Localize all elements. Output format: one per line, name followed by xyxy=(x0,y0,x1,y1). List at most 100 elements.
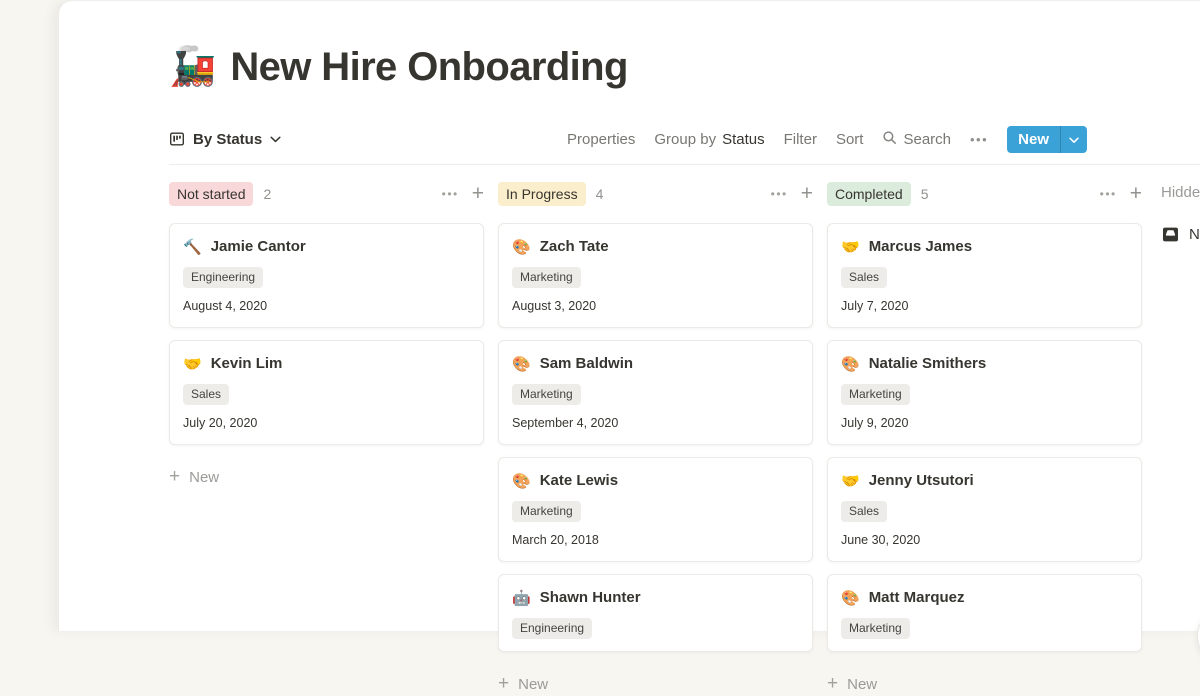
column-status-badge[interactable]: Not started xyxy=(169,182,253,206)
card-department-tag: Marketing xyxy=(841,384,910,405)
properties-button[interactable]: Properties xyxy=(567,131,635,148)
board-card[interactable]: 🎨 Matt Marquez Marketing xyxy=(827,574,1142,652)
card-start-date: August 3, 2020 xyxy=(512,297,799,315)
board-column: In Progress 4 ••• + 🎨 Zach Tate Marketin… xyxy=(498,182,813,696)
card-department-tag: Marketing xyxy=(512,384,581,405)
card-start-date: July 7, 2020 xyxy=(841,297,1128,315)
column-cards: 🔨 Jamie Cantor Engineering August 4, 202… xyxy=(169,223,484,445)
column-header-actions: ••• + xyxy=(771,185,813,203)
card-emoji: 🎨 xyxy=(512,474,531,489)
more-options-button[interactable]: ••• xyxy=(970,132,988,147)
card-title-row: 🎨 Zach Tate xyxy=(512,236,799,258)
new-button-dropdown[interactable] xyxy=(1060,126,1087,153)
board-card[interactable]: 🤝 Marcus James Sales July 7, 2020 xyxy=(827,223,1142,328)
card-start-date: June 30, 2020 xyxy=(841,531,1128,549)
card-title-row: 🤝 Jenny Utsutori xyxy=(841,470,1128,492)
card-department-tag: Sales xyxy=(841,501,887,522)
group-by-label: Group by xyxy=(654,131,716,148)
group-by-button[interactable]: Group by Status xyxy=(654,131,764,148)
chevron-down-icon xyxy=(270,136,281,143)
toolbar-divider xyxy=(169,164,1200,165)
card-start-date: July 9, 2020 xyxy=(841,414,1128,432)
group-by-value: Status xyxy=(722,131,765,148)
card-title: Zach Tate xyxy=(540,236,609,258)
card-emoji: 🤖 xyxy=(512,591,531,606)
card-title-row: 🤝 Kevin Lim xyxy=(183,353,470,375)
board-card[interactable]: 🎨 Sam Baldwin Marketing September 4, 202… xyxy=(498,340,813,445)
plus-icon: + xyxy=(169,466,180,488)
card-title-row: 🤝 Marcus James xyxy=(841,236,1128,258)
column-more-button[interactable]: ••• xyxy=(1100,187,1117,201)
card-emoji: 🎨 xyxy=(512,357,531,372)
search-icon xyxy=(882,130,897,149)
card-emoji: 🤝 xyxy=(841,474,860,489)
card-title: Sam Baldwin xyxy=(540,353,633,375)
board-card[interactable]: 🎨 Kate Lewis Marketing March 20, 2018 xyxy=(498,457,813,562)
hidden-columns-label: Hidden columns xyxy=(1161,184,1200,201)
page-title-row: 🚂 New Hire Onboarding xyxy=(169,43,628,91)
card-title-row: 🎨 Sam Baldwin xyxy=(512,353,799,375)
card-emoji: 🔨 xyxy=(183,240,202,255)
card-department-tag: Sales xyxy=(183,384,229,405)
hidden-group-item[interactable]: No Status xyxy=(1161,225,1200,244)
column-more-button[interactable]: ••• xyxy=(771,187,788,201)
column-count: 2 xyxy=(263,186,271,202)
card-emoji: 🎨 xyxy=(841,591,860,606)
column-header: Completed 5 ••• + xyxy=(827,182,1142,206)
column-status-badge[interactable]: In Progress xyxy=(498,182,586,206)
board-card[interactable]: 🎨 Natalie Smithers Marketing July 9, 202… xyxy=(827,340,1142,445)
plus-icon: + xyxy=(827,673,838,695)
view-switcher[interactable]: By Status xyxy=(169,131,281,148)
card-emoji: 🤝 xyxy=(183,357,202,372)
page-emoji[interactable]: 🚂 xyxy=(169,48,216,86)
sort-button[interactable]: Sort xyxy=(836,131,864,148)
column-add-button[interactable]: + xyxy=(472,185,484,203)
new-button-group: New xyxy=(1007,126,1087,153)
card-title: Natalie Smithers xyxy=(869,353,987,375)
view-switcher-label: By Status xyxy=(193,131,262,148)
card-department-tag: Engineering xyxy=(512,618,592,639)
board-view-icon xyxy=(169,131,185,147)
board-column: Not started 2 ••• + 🔨 Jamie Cantor Engin… xyxy=(169,182,484,696)
toolbar-actions: Properties Group by Status Filter Sort S… xyxy=(567,126,1087,153)
column-header-actions: ••• + xyxy=(442,185,484,203)
column-status-badge[interactable]: Completed xyxy=(827,182,911,206)
view-toolbar: By Status Properties Group by Status Fil… xyxy=(169,121,1087,157)
card-title: Kate Lewis xyxy=(540,470,618,492)
board-card[interactable]: 🔨 Jamie Cantor Engineering August 4, 202… xyxy=(169,223,484,328)
board-card[interactable]: 🤝 Jenny Utsutori Sales June 30, 2020 xyxy=(827,457,1142,562)
card-title-row: 🔨 Jamie Cantor xyxy=(183,236,470,258)
board-card[interactable]: 🤝 Kevin Lim Sales July 20, 2020 xyxy=(169,340,484,445)
add-card-label: New xyxy=(189,469,219,486)
column-more-button[interactable]: ••• xyxy=(442,187,459,201)
column-cards: 🎨 Zach Tate Marketing August 3, 2020 🎨 S… xyxy=(498,223,813,652)
search-button[interactable]: Search xyxy=(882,130,951,149)
card-title: Shawn Hunter xyxy=(540,587,641,609)
column-header-actions: ••• + xyxy=(1100,185,1142,203)
card-title-row: 🎨 Kate Lewis xyxy=(512,470,799,492)
card-department-tag: Marketing xyxy=(512,501,581,522)
column-cards: 🤝 Marcus James Sales July 7, 2020 🎨 Nata… xyxy=(827,223,1142,652)
add-card-button[interactable]: + New xyxy=(827,672,1142,696)
column-add-button[interactable]: + xyxy=(801,185,813,203)
card-title: Kevin Lim xyxy=(211,353,283,375)
new-button[interactable]: New xyxy=(1007,126,1060,153)
filter-button[interactable]: Filter xyxy=(784,131,817,148)
board-columns: Not started 2 ••• + 🔨 Jamie Cantor Engin… xyxy=(169,182,1142,696)
add-card-button[interactable]: + New xyxy=(498,672,813,696)
board-column: Completed 5 ••• + 🤝 Marcus James Sales J… xyxy=(827,182,1142,696)
card-title: Jenny Utsutori xyxy=(869,470,974,492)
board-card[interactable]: 🎨 Zach Tate Marketing August 3, 2020 xyxy=(498,223,813,328)
card-department-tag: Engineering xyxy=(183,267,263,288)
card-start-date: September 4, 2020 xyxy=(512,414,799,432)
add-card-button[interactable]: + New xyxy=(169,465,484,489)
hidden-group-label: No Status xyxy=(1189,226,1200,243)
card-emoji: 🎨 xyxy=(512,240,531,255)
card-title-row: 🎨 Matt Marquez xyxy=(841,587,1128,609)
column-add-button[interactable]: + xyxy=(1130,185,1142,203)
page-title[interactable]: New Hire Onboarding xyxy=(230,43,628,91)
add-card-label: New xyxy=(518,676,548,693)
card-start-date: July 20, 2020 xyxy=(183,414,470,432)
search-label: Search xyxy=(903,131,951,148)
board-card[interactable]: 🤖 Shawn Hunter Engineering xyxy=(498,574,813,652)
